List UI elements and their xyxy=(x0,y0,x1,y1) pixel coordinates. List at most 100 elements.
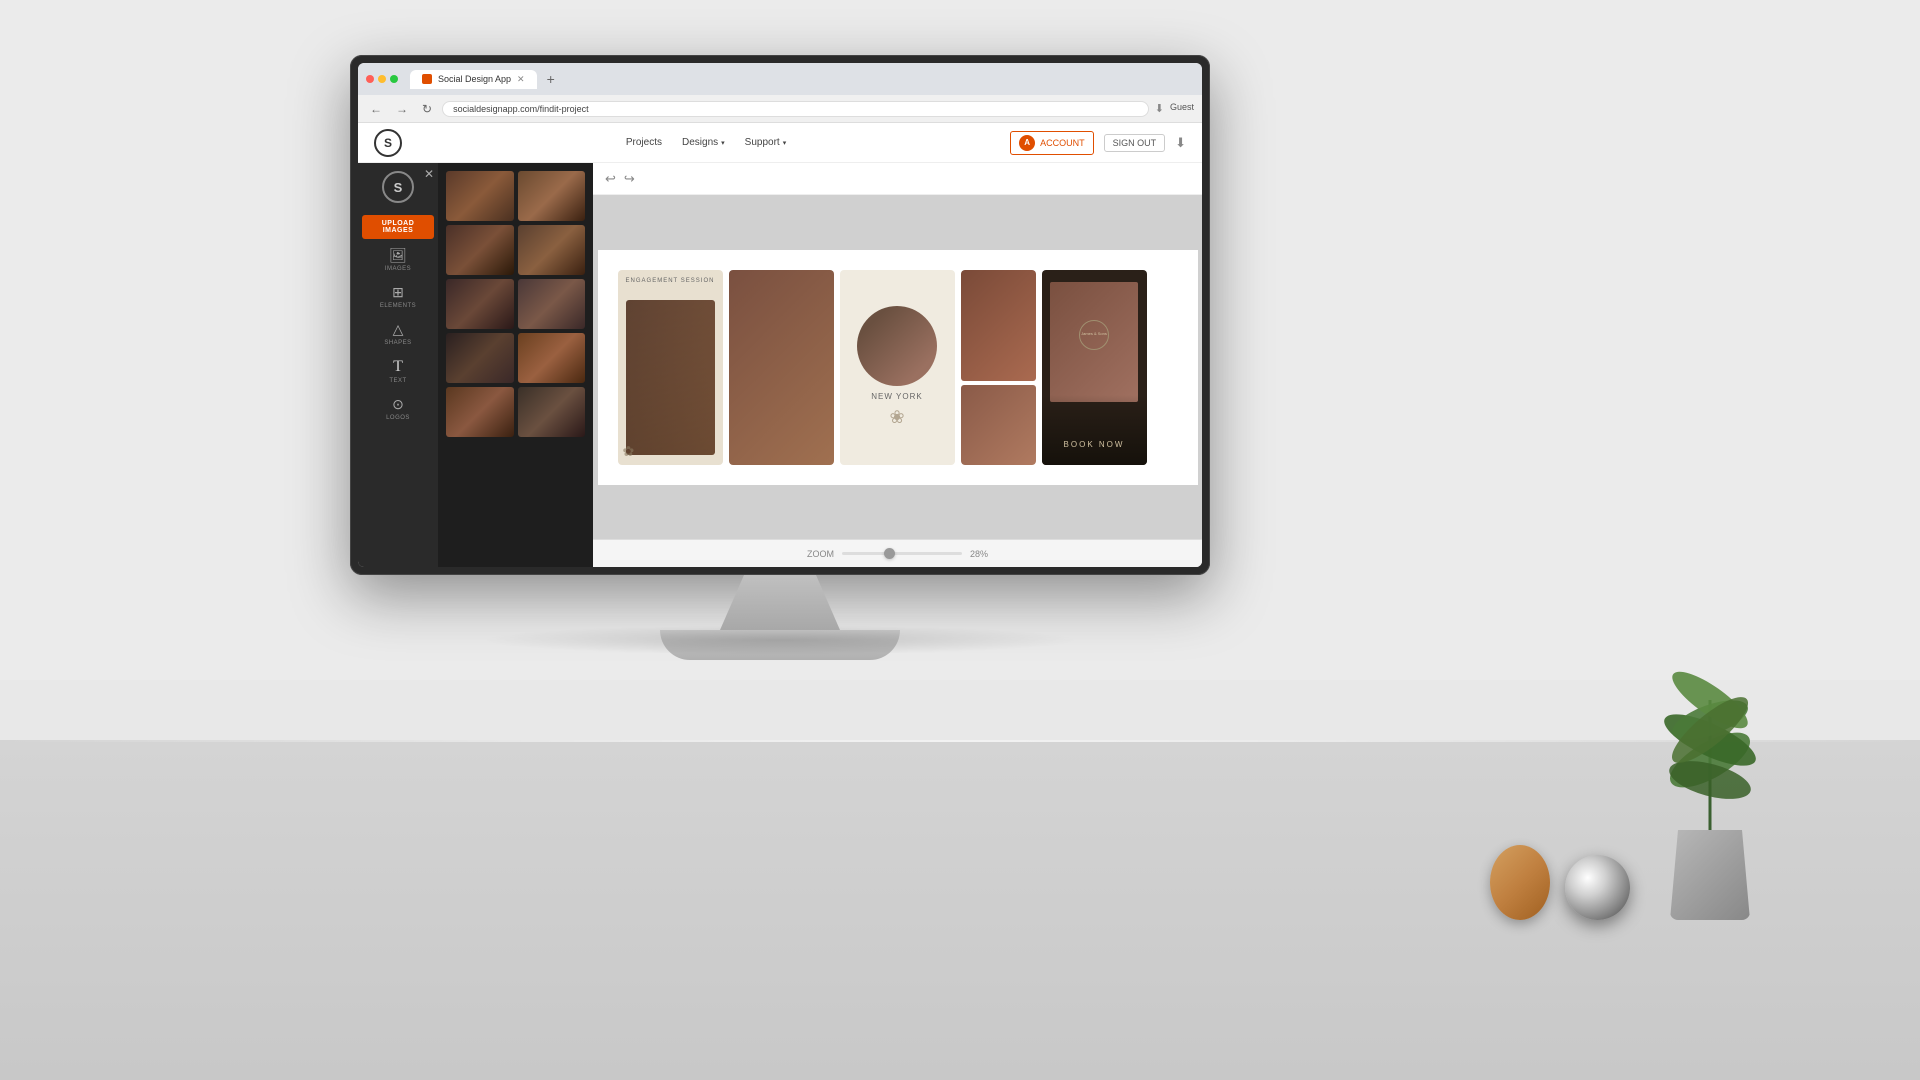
circle-photo xyxy=(857,306,937,386)
plant-pot xyxy=(1670,830,1750,920)
image-thumb-1[interactable] xyxy=(446,171,514,221)
double-photo-top xyxy=(961,270,1036,381)
image-thumb-4[interactable] xyxy=(518,225,586,275)
image-thumb-8[interactable] xyxy=(518,333,586,383)
nav-projects[interactable]: Projects xyxy=(626,137,662,148)
upload-images-button[interactable]: UPLOAD IMAGES xyxy=(362,215,434,239)
template-couple[interactable] xyxy=(729,270,834,465)
app-content: S Projects Designs ▾ Support ▾ xyxy=(358,123,1202,567)
image-thumb-3[interactable] xyxy=(446,225,514,275)
text-icon: T xyxy=(393,358,403,376)
template-book[interactable]: James & Sons Book Now xyxy=(1042,270,1147,465)
account-label: ACCOUNT xyxy=(1040,138,1085,148)
tab-title: Social Design App xyxy=(438,74,511,84)
canvas-area: ↩ ↪ ENGAGEMENT SESSION xyxy=(593,163,1202,567)
window-minimize-btn[interactable] xyxy=(378,75,386,83)
nav-support[interactable]: Support ▾ xyxy=(745,137,787,148)
forward-button[interactable]: → xyxy=(392,100,412,118)
image-thumb-6[interactable] xyxy=(518,279,586,329)
template-engagement[interactable]: ENGAGEMENT SESSION ✿ xyxy=(618,270,723,465)
images-grid xyxy=(446,171,585,437)
elements-label: ELEMENTS xyxy=(380,303,416,309)
window-close-btn[interactable] xyxy=(366,75,374,83)
logos-icon: ⊙ xyxy=(392,396,404,413)
engagement-label: ENGAGEMENT SESSION xyxy=(626,278,715,284)
header-download-icon[interactable]: ⬇ xyxy=(1175,135,1186,151)
chrome-ball-decoration xyxy=(1565,855,1630,920)
elements-icon: ⊞ xyxy=(392,284,404,301)
app-nav: Projects Designs ▾ Support ▾ xyxy=(626,137,786,148)
zoom-thumb[interactable] xyxy=(884,548,895,559)
images-panel xyxy=(438,163,593,567)
monitor-bezel: Social Design App ✕ + ← → ↻ socialdesign… xyxy=(350,55,1210,575)
redo-button[interactable]: ↪ xyxy=(624,171,635,187)
design-canvas: ENGAGEMENT SESSION ✿ xyxy=(598,250,1198,485)
header-right: A ACCOUNT SIGN OUT ⬇ xyxy=(1010,131,1186,155)
monitor-screen: Social Design App ✕ + ← → ↻ socialdesign… xyxy=(358,63,1202,567)
nav-designs[interactable]: Designs ▾ xyxy=(682,137,725,148)
couple-photo xyxy=(729,270,834,465)
sidebar-tool-elements[interactable]: ⊞ ELEMENTS xyxy=(368,280,428,313)
image-thumb-5[interactable] xyxy=(446,279,514,329)
circle-city-text: New York xyxy=(871,392,922,401)
browser: Social Design App ✕ + ← → ↻ socialdesign… xyxy=(358,63,1202,567)
zoom-value: 28% xyxy=(970,549,988,559)
zoom-slider[interactable] xyxy=(842,552,962,555)
zoom-label: ZOOM xyxy=(807,549,834,559)
tab-close-icon[interactable]: ✕ xyxy=(517,74,525,85)
images-icon: 🖼 xyxy=(389,247,407,264)
browser-tab-active[interactable]: Social Design App ✕ xyxy=(410,70,537,89)
workspace: ✕ S UPLOAD IMAGES 🖼 IMAGES ⊞ ELEMENTS xyxy=(358,163,1202,567)
shapes-icon: △ xyxy=(393,321,404,338)
circle-flowers-icon: ❀ xyxy=(889,407,904,428)
monitor: Social Design App ✕ + ← → ↻ socialdesign… xyxy=(350,55,1210,635)
images-label: IMAGES xyxy=(385,266,411,272)
undo-button[interactable]: ↩ xyxy=(605,171,616,187)
logos-label: LOGOS xyxy=(386,415,410,421)
browser-actions: ⬇ Guest xyxy=(1155,102,1194,115)
browser-download-btn[interactable]: ⬇ xyxy=(1155,102,1164,115)
browser-chrome: Social Design App ✕ + xyxy=(358,63,1202,95)
zoom-bar: ZOOM 28% xyxy=(593,539,1202,567)
sidebar-close-icon[interactable]: ✕ xyxy=(424,167,434,181)
shapes-label: SHAPES xyxy=(384,340,411,346)
engagement-photo xyxy=(626,300,715,455)
sidebar-tool-text[interactable]: T TEXT xyxy=(368,354,428,388)
designs-chevron-icon: ▾ xyxy=(721,139,725,147)
sidebar-tool-logos[interactable]: ⊙ LOGOS xyxy=(368,392,428,425)
image-thumb-9[interactable] xyxy=(446,387,514,437)
plant-leaves xyxy=(1620,640,1800,840)
floral-decoration-icon: ✿ xyxy=(623,443,635,460)
canvas-toolbar: ↩ ↪ xyxy=(593,163,1202,195)
app-header: S Projects Designs ▾ Support ▾ xyxy=(358,123,1202,163)
sidebar: ✕ S UPLOAD IMAGES 🖼 IMAGES ⊞ ELEMENTS xyxy=(358,163,438,567)
refresh-button[interactable]: ↻ xyxy=(418,100,436,118)
canvas-content[interactable]: ENGAGEMENT SESSION ✿ xyxy=(593,195,1202,539)
book-brand-text: James & Sons xyxy=(1081,332,1107,337)
text-label: TEXT xyxy=(389,378,406,384)
image-thumb-7[interactable] xyxy=(446,333,514,383)
new-tab-button[interactable]: + xyxy=(541,71,561,87)
sidebar-tool-shapes[interactable]: △ SHAPES xyxy=(368,317,428,350)
window-maximize-btn[interactable] xyxy=(390,75,398,83)
account-avatar: A xyxy=(1019,135,1035,151)
book-overlay: Book Now xyxy=(1042,395,1147,465)
circle-photo-inner xyxy=(857,306,937,386)
sidebar-tool-images[interactable]: 🖼 IMAGES xyxy=(368,243,428,276)
double-photo-bottom xyxy=(961,385,1036,465)
tab-favicon xyxy=(422,74,432,84)
back-button[interactable]: ← xyxy=(366,100,386,118)
template-circle[interactable]: New York ❀ xyxy=(840,270,955,465)
template-double[interactable] xyxy=(961,270,1036,465)
engagement-photo-inner xyxy=(626,300,715,455)
sidebar-logo: S xyxy=(382,171,414,203)
image-thumb-10[interactable] xyxy=(518,387,586,437)
guest-label: Guest xyxy=(1170,102,1194,115)
image-thumb-2[interactable] xyxy=(518,171,586,221)
browser-toolbar: ← → ↻ socialdesignapp.com/findit-project… xyxy=(358,95,1202,123)
signout-button[interactable]: SIGN OUT xyxy=(1104,134,1166,152)
browser-window-controls xyxy=(366,75,398,83)
address-bar[interactable]: socialdesignapp.com/findit-project xyxy=(442,101,1149,117)
book-now-label: Book Now xyxy=(1064,440,1125,450)
account-button[interactable]: A ACCOUNT xyxy=(1010,131,1094,155)
